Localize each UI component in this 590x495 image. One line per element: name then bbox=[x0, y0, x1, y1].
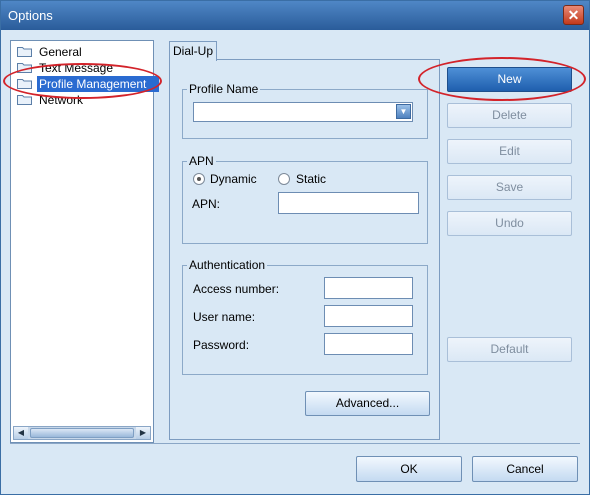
chevron-down-icon[interactable]: ▼ bbox=[396, 104, 411, 119]
authentication-legend: Authentication bbox=[189, 258, 266, 272]
category-tree: General Text Message Profile Management … bbox=[10, 40, 159, 443]
apn-static-label: Static bbox=[296, 172, 327, 186]
advanced-button[interactable]: Advanced... bbox=[305, 391, 430, 416]
folder-icon bbox=[17, 47, 32, 57]
close-button[interactable]: ✕ bbox=[563, 5, 584, 25]
apn-dynamic-label: Dynamic bbox=[210, 172, 257, 186]
new-button[interactable]: New bbox=[447, 67, 572, 92]
folder-open-icon bbox=[17, 79, 32, 89]
window-title: Options bbox=[8, 8, 53, 23]
scroll-left-icon[interactable]: ◀ bbox=[14, 427, 28, 439]
cancel-button[interactable]: Cancel bbox=[472, 456, 578, 482]
password-label: Password: bbox=[193, 338, 250, 352]
tree-item-label: Text Message bbox=[39, 61, 114, 75]
tree-item-label: Profile Management bbox=[37, 76, 159, 92]
profile-name-legend: Profile Name bbox=[189, 82, 259, 96]
apn-field-label: APN: bbox=[192, 197, 221, 211]
access-number-input[interactable] bbox=[324, 277, 413, 299]
undo-button[interactable]: Undo bbox=[447, 211, 572, 236]
password-input[interactable] bbox=[324, 333, 413, 355]
tree-item-label: General bbox=[39, 45, 82, 59]
folder-icon bbox=[17, 95, 32, 105]
save-button[interactable]: Save bbox=[447, 175, 572, 200]
scroll-thumb[interactable] bbox=[30, 428, 134, 438]
apn-legend: APN bbox=[189, 154, 214, 168]
dial-up-panel: Profile Name ▼ APN Dynamic Static APN: A… bbox=[169, 59, 440, 440]
tab-dial-up[interactable]: Dial-Up bbox=[169, 41, 217, 61]
access-number-label: Access number: bbox=[193, 282, 280, 296]
scroll-right-icon[interactable]: ▶ bbox=[136, 427, 150, 439]
user-name-label: User name: bbox=[193, 310, 256, 324]
default-button[interactable]: Default bbox=[447, 337, 572, 362]
profile-name-combo[interactable]: ▼ bbox=[193, 102, 413, 122]
tree-item-label: Network bbox=[39, 93, 84, 107]
options-dialog: Options ✕ General Text Message Profile M… bbox=[0, 0, 590, 495]
title-bar[interactable]: Options ✕ bbox=[1, 1, 589, 30]
apn-static-radio[interactable] bbox=[278, 173, 290, 185]
apn-input[interactable] bbox=[278, 192, 419, 214]
ok-button[interactable]: OK bbox=[356, 456, 462, 482]
folder-icon bbox=[17, 63, 32, 73]
close-icon: ✕ bbox=[567, 7, 580, 23]
user-name-input[interactable] bbox=[324, 305, 413, 327]
footer-divider bbox=[10, 443, 580, 444]
edit-button[interactable]: Edit bbox=[447, 139, 572, 164]
apn-dynamic-radio[interactable] bbox=[193, 173, 205, 185]
horizontal-scrollbar[interactable]: ◀ ▶ bbox=[13, 426, 151, 440]
delete-button[interactable]: Delete bbox=[447, 103, 572, 128]
